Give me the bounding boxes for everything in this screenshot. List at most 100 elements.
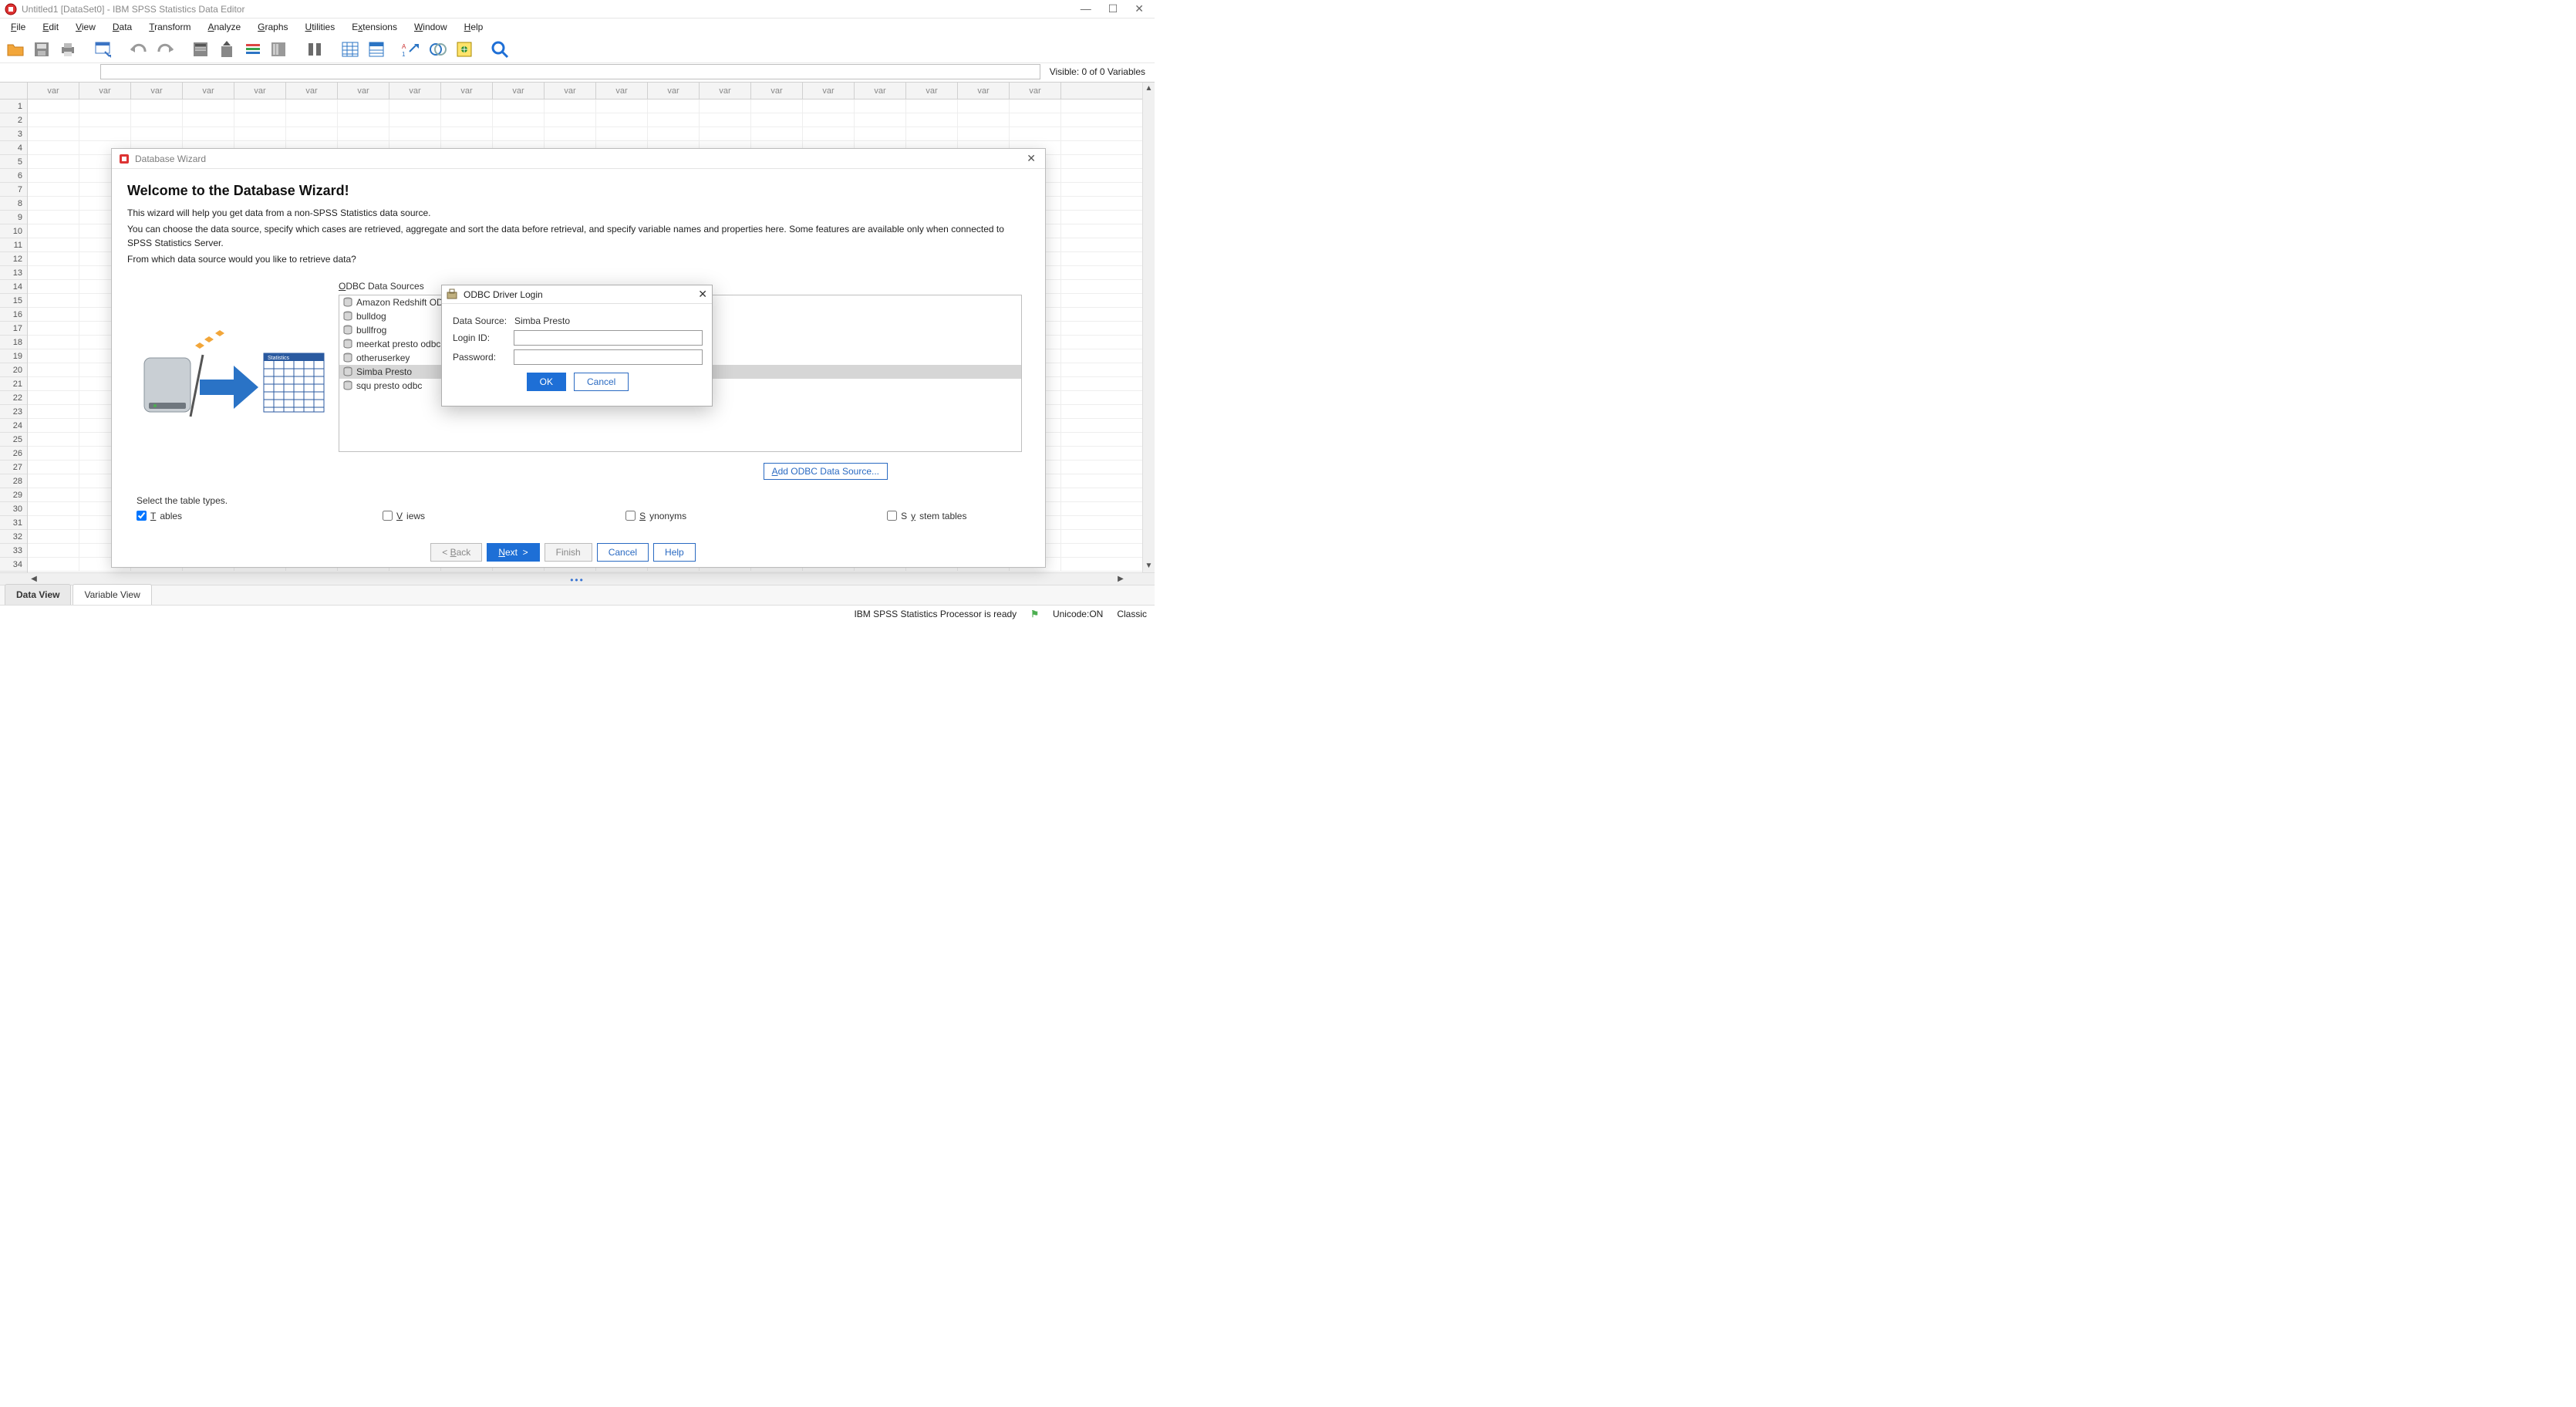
next-button[interactable]: Next > <box>487 543 539 562</box>
grid-cell[interactable] <box>389 113 441 127</box>
row-header[interactable]: 18 <box>0 336 27 349</box>
grid-cell[interactable] <box>958 100 1010 113</box>
column-header[interactable]: var <box>131 83 183 99</box>
row-header[interactable]: 29 <box>0 488 27 502</box>
column-header[interactable]: var <box>958 83 1010 99</box>
grid-cell[interactable] <box>28 294 79 307</box>
grid-cell[interactable] <box>286 100 338 113</box>
grid-cell[interactable] <box>28 419 79 432</box>
grid-cell[interactable] <box>234 113 286 127</box>
grid-cell[interactable] <box>183 100 234 113</box>
column-header[interactable]: var <box>596 83 648 99</box>
grid-cell[interactable] <box>28 224 79 238</box>
login-cancel-button[interactable]: Cancel <box>574 373 629 391</box>
grid-cell[interactable] <box>79 127 131 140</box>
grid-cell[interactable] <box>28 447 79 460</box>
row-header[interactable]: 26 <box>0 447 27 461</box>
goto-variable-icon[interactable] <box>216 39 238 60</box>
row-header[interactable]: 4 <box>0 141 27 155</box>
grid-cell[interactable] <box>28 141 79 154</box>
column-header[interactable]: var <box>855 83 906 99</box>
column-header[interactable]: var <box>338 83 389 99</box>
grid-cell[interactable] <box>545 100 596 113</box>
row-header[interactable]: 14 <box>0 280 27 294</box>
row-header[interactable]: 25 <box>0 433 27 447</box>
row-header[interactable]: 21 <box>0 377 27 391</box>
grid-cell[interactable] <box>958 113 1010 127</box>
insert-cases-icon[interactable] <box>339 39 361 60</box>
grid-cell[interactable] <box>79 113 131 127</box>
grid-cell[interactable] <box>28 433 79 446</box>
row-header[interactable]: 5 <box>0 155 27 169</box>
grid-cell[interactable] <box>79 100 131 113</box>
column-header[interactable]: var <box>1010 83 1061 99</box>
goto-input[interactable] <box>100 64 1040 79</box>
menu-help[interactable]: Help <box>457 20 491 34</box>
grid-cell[interactable] <box>183 113 234 127</box>
grid-cell[interactable] <box>234 127 286 140</box>
grid-cell[interactable] <box>28 280 79 293</box>
row-header[interactable]: 28 <box>0 474 27 488</box>
grid-cell[interactable] <box>803 127 855 140</box>
grid-cell[interactable] <box>28 197 79 210</box>
grid-cell[interactable] <box>700 127 751 140</box>
row-header[interactable]: 32 <box>0 530 27 544</box>
menu-graphs[interactable]: Graphs <box>250 20 295 34</box>
scroll-up-icon[interactable]: ▲ <box>1143 83 1155 95</box>
row-header[interactable]: 2 <box>0 113 27 127</box>
undo-icon[interactable] <box>128 39 150 60</box>
row-header[interactable]: 27 <box>0 461 27 474</box>
search-icon[interactable] <box>489 39 511 60</box>
menu-analyze[interactable]: Analyze <box>200 20 248 34</box>
column-header[interactable]: var <box>389 83 441 99</box>
row-header[interactable]: 10 <box>0 224 27 238</box>
grid-cell[interactable] <box>648 100 700 113</box>
scroll-down-icon[interactable]: ▼ <box>1143 560 1155 572</box>
grid-cell[interactable] <box>493 113 545 127</box>
help-button[interactable]: Help <box>653 543 696 562</box>
grid-cell[interactable] <box>700 100 751 113</box>
grid-cell[interactable] <box>131 100 183 113</box>
row-header[interactable]: 34 <box>0 558 27 572</box>
grid-cell[interactable] <box>28 183 79 196</box>
row-header[interactable]: 11 <box>0 238 27 252</box>
column-header[interactable]: var <box>648 83 700 99</box>
menu-transform[interactable]: Transform <box>141 20 198 34</box>
vertical-scrollbar[interactable]: ▲ ▼ <box>1142 83 1155 572</box>
close-button[interactable]: ✕ <box>1135 2 1144 15</box>
select-cases-icon[interactable] <box>453 39 475 60</box>
grid-cell[interactable] <box>28 336 79 349</box>
grid-cell[interactable] <box>28 308 79 321</box>
grid-cell[interactable] <box>855 127 906 140</box>
grid-cell[interactable] <box>958 127 1010 140</box>
grid-cell[interactable] <box>28 391 79 404</box>
grid-cell[interactable] <box>28 558 79 571</box>
grid-cell[interactable] <box>441 100 493 113</box>
grid-cell[interactable] <box>906 113 958 127</box>
column-header[interactable]: var <box>441 83 493 99</box>
grid-cell[interactable] <box>28 113 79 127</box>
row-header[interactable]: 6 <box>0 169 27 183</box>
grid-cell[interactable] <box>131 127 183 140</box>
grid-cell[interactable] <box>28 488 79 501</box>
grid-cell[interactable] <box>596 100 648 113</box>
grid-cell[interactable] <box>751 100 803 113</box>
row-header[interactable]: 24 <box>0 419 27 433</box>
column-header[interactable]: var <box>493 83 545 99</box>
column-header[interactable]: var <box>28 83 79 99</box>
column-header[interactable]: var <box>751 83 803 99</box>
print-icon[interactable] <box>57 39 79 60</box>
grid-cell[interactable] <box>28 530 79 543</box>
tab-data-view[interactable]: Data View <box>5 584 71 605</box>
weight-cases-icon[interactable] <box>427 39 449 60</box>
grid-cell[interactable] <box>28 211 79 224</box>
grid-cell[interactable] <box>234 100 286 113</box>
row-header[interactable]: 20 <box>0 363 27 377</box>
row-header[interactable]: 15 <box>0 294 27 308</box>
grid-cell[interactable] <box>389 100 441 113</box>
redo-icon[interactable] <box>154 39 176 60</box>
grid-cell[interactable] <box>338 127 389 140</box>
add-odbc-source-button[interactable]: Add ODBC Data Source... <box>764 463 888 480</box>
grid-cell[interactable] <box>28 461 79 474</box>
menu-window[interactable]: Window <box>406 20 455 34</box>
